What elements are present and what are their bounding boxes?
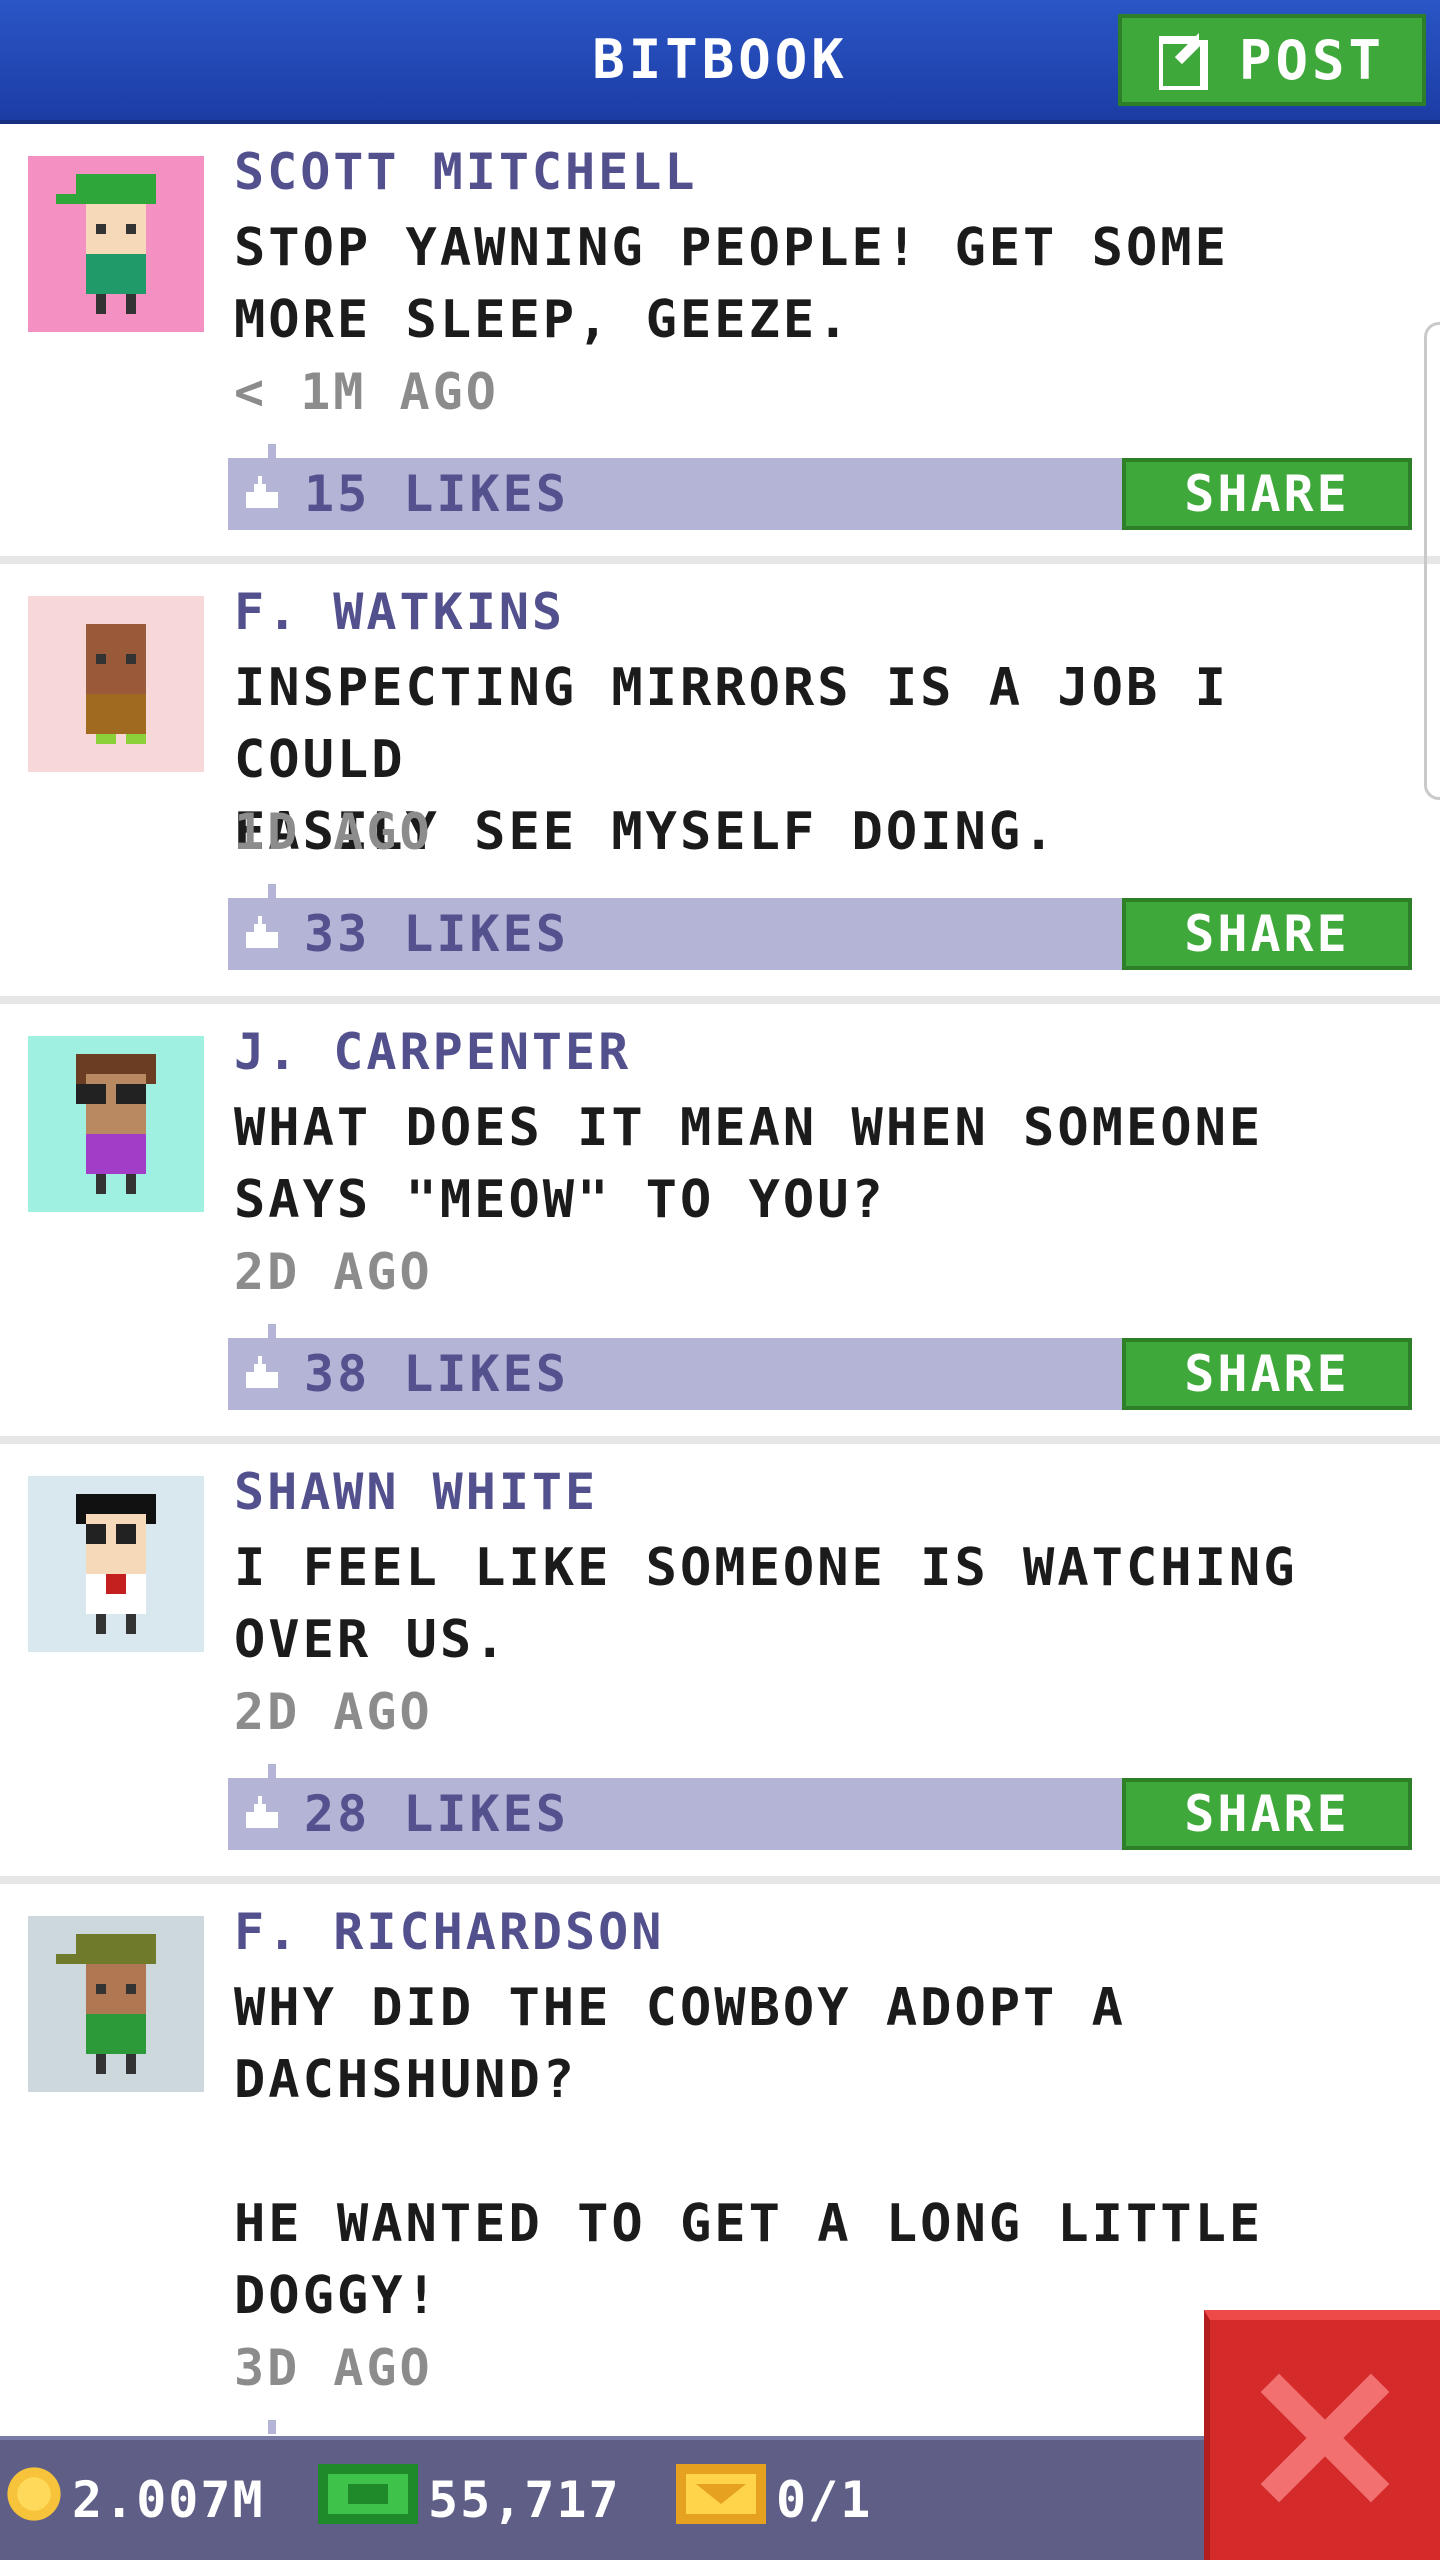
post-text: I FEEL LIKE SOMEONE IS WATCHING OVER US.: [234, 1538, 1298, 1670]
coin-icon: [6, 2466, 62, 2534]
likes-pin: [268, 2420, 276, 2434]
likes-pin: [268, 1764, 276, 1778]
coins-stat: 2.007M: [6, 2440, 265, 2560]
avatar-image: [76, 1494, 156, 1634]
thumbs-up-icon[interactable]: [242, 1796, 282, 1836]
post-time: < 1M AGO: [234, 363, 499, 421]
likes-count: 33 LIKES: [304, 905, 569, 963]
avatar[interactable]: [28, 156, 204, 332]
post-author[interactable]: F. RICHARDSON: [234, 1902, 664, 1962]
post-time: 2D AGO: [234, 1683, 433, 1741]
scrollbar[interactable]: [1424, 322, 1440, 800]
thumbs-up-icon[interactable]: [242, 916, 282, 956]
share-button[interactable]: SHARE: [1122, 898, 1412, 970]
tickets-value: 0/1: [776, 2471, 873, 2529]
avatar[interactable]: [28, 1036, 204, 1212]
post-button[interactable]: POST: [1118, 14, 1426, 106]
avatar[interactable]: [28, 1476, 204, 1652]
avatar[interactable]: [28, 596, 204, 772]
post-author[interactable]: SHAWN WHITE: [234, 1462, 598, 1522]
bux-stat: 55,717: [318, 2440, 621, 2560]
thumbs-up-icon[interactable]: [242, 476, 282, 516]
post-time: 2D AGO: [234, 1243, 433, 1301]
post-author[interactable]: F. WATKINS: [234, 582, 565, 642]
post-label: POST: [1238, 28, 1386, 92]
likes-pin: [268, 444, 276, 458]
close-icon: [1260, 2373, 1390, 2507]
likes-count: 28 LIKES: [304, 1785, 569, 1843]
compose-icon: [1158, 30, 1219, 90]
avatar-image: [86, 624, 146, 744]
post-time: 1D AGO: [234, 803, 433, 861]
divider: [0, 1436, 1440, 1444]
likes-bar: 33 LIKES SHARE: [228, 898, 1412, 970]
share-button[interactable]: SHARE: [1122, 1778, 1412, 1850]
likes-pin: [268, 884, 276, 898]
bux-value: 55,717: [428, 2471, 621, 2529]
avatar[interactable]: [28, 1916, 204, 2092]
avatar-image: [76, 1054, 156, 1194]
likes-count: 38 LIKES: [304, 1345, 569, 1403]
likes-bar: 38 LIKES SHARE: [228, 1338, 1412, 1410]
post-author[interactable]: J. CARPENTER: [234, 1022, 631, 1082]
likes-bar: 15 LIKES SHARE: [228, 458, 1412, 530]
avatar-image: [56, 1934, 156, 2074]
coins-value: 2.007M: [72, 2471, 265, 2529]
avatar-image: [56, 174, 156, 314]
divider: [0, 1876, 1440, 1884]
divider: [0, 556, 1440, 564]
tickets-stat: 0/1: [676, 2440, 872, 2560]
bux-icon: [318, 2464, 418, 2536]
post-text: WHY DID THE COWBOY ADOPT A DACHSHUND? HE…: [234, 1978, 1264, 2326]
likes-pin: [268, 1324, 276, 1338]
top-bar: BITBOOK POST: [0, 0, 1440, 124]
post-text: WHAT DOES IT MEAN WHEN SOMEONE SAYS "MEO…: [234, 1098, 1264, 1230]
post-text: STOP YAWNING PEOPLE! GET SOME MORE SLEEP…: [234, 218, 1229, 350]
thumbs-up-icon[interactable]: [242, 1356, 282, 1396]
divider: [0, 996, 1440, 1004]
ticket-icon: [676, 2464, 766, 2536]
likes-count: 15 LIKES: [304, 465, 569, 523]
post-time: 3D AGO: [234, 2339, 433, 2397]
post-author[interactable]: SCOTT MITCHELL: [234, 142, 697, 202]
likes-bar: 28 LIKES SHARE: [228, 1778, 1412, 1850]
close-button[interactable]: [1204, 2310, 1440, 2560]
share-button[interactable]: SHARE: [1122, 458, 1412, 530]
share-button[interactable]: SHARE: [1122, 1338, 1412, 1410]
